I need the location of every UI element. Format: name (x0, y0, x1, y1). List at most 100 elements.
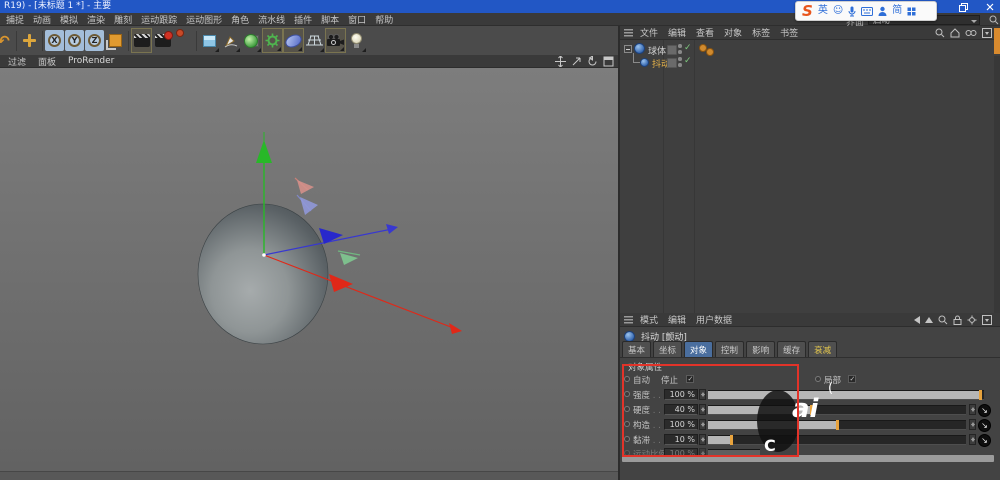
lock-x-axis-button[interactable]: X (45, 30, 64, 51)
search-icon[interactable] (938, 315, 948, 325)
add-primitive-button[interactable] (199, 28, 220, 53)
jiggle-object-icon[interactable] (640, 58, 649, 67)
menu-item[interactable]: 脚本 (321, 13, 339, 26)
search-icon[interactable] (989, 15, 999, 25)
panel-menu-icon[interactable] (624, 29, 633, 37)
maximize-view-icon[interactable] (603, 56, 614, 67)
menu-item[interactable]: 角色 (231, 13, 249, 26)
tab-object[interactable]: 对象 (684, 341, 713, 357)
om-menu-item[interactable]: 查看 (696, 26, 714, 39)
tab-influence[interactable]: 影响 (746, 341, 775, 357)
object-tree[interactable]: 球体 抖动 (620, 40, 994, 313)
om-menu-item[interactable]: 编辑 (668, 26, 686, 39)
enabled-check-icon[interactable] (684, 56, 692, 66)
render-queue-button[interactable] (173, 28, 194, 53)
window-restore-button[interactable] (955, 2, 971, 12)
panel-options-icon[interactable] (982, 315, 992, 325)
add-subdivision-surface-button[interactable] (241, 28, 262, 53)
add-deformer-button[interactable] (283, 28, 304, 53)
keyboard-icon[interactable] (861, 7, 873, 16)
render-view-button[interactable] (131, 28, 152, 53)
add-camera-button[interactable] (325, 28, 346, 53)
home-icon[interactable] (950, 28, 960, 38)
am-menu-item[interactable]: 编辑 (668, 313, 686, 326)
panel-options-icon[interactable] (982, 28, 992, 38)
enabled-check-icon[interactable] (684, 43, 692, 53)
render-settings-button[interactable] (152, 28, 173, 53)
rotate-icon[interactable] (587, 56, 598, 67)
menu-item[interactable]: 帮助 (375, 13, 393, 26)
menu-item[interactable]: 流水线 (258, 13, 285, 26)
om-menu-item[interactable]: 对象 (724, 26, 742, 39)
tab-coordinates[interactable]: 坐标 (653, 341, 682, 357)
value-spinner[interactable] (969, 404, 976, 415)
ime-grid-icon[interactable] (907, 7, 916, 16)
viewport-menu-item[interactable]: 面板 (38, 55, 56, 68)
object-row[interactable]: 球体 (620, 42, 994, 55)
pan-icon[interactable] (555, 56, 566, 67)
visibility-dots[interactable] (678, 57, 682, 67)
menu-item[interactable]: 捕捉 (6, 13, 24, 26)
value-spinner[interactable] (969, 419, 976, 430)
lock-z-axis-button[interactable]: Z (85, 30, 104, 51)
add-spline-button[interactable] (220, 28, 241, 53)
om-menu-item[interactable]: 文件 (640, 26, 658, 39)
menu-item[interactable]: 动画 (33, 13, 51, 26)
am-menu-item[interactable]: 模式 (640, 313, 658, 326)
docked-tab[interactable] (994, 28, 1000, 54)
microphone-icon[interactable] (848, 6, 856, 17)
value-spinner[interactable] (969, 434, 976, 445)
add-generator-button[interactable] (262, 28, 283, 53)
panel-menu-icon[interactable] (624, 316, 633, 324)
menu-item[interactable]: 窗口 (348, 13, 366, 26)
menu-item[interactable]: 运动图形 (186, 13, 222, 26)
search-icon[interactable] (935, 28, 945, 38)
ime-toolbar[interactable]: S 英 ☺ 简 (795, 1, 937, 21)
viewport-menu-item[interactable]: ProRender (68, 56, 114, 66)
menu-item[interactable]: 插件 (294, 13, 312, 26)
sogou-logo[interactable]: S (802, 4, 813, 18)
layer-swatch[interactable] (667, 58, 677, 68)
layer-swatch[interactable] (667, 45, 677, 55)
map-button[interactable] (978, 434, 991, 447)
map-button[interactable] (978, 419, 991, 432)
tab-cache[interactable]: 缓存 (777, 341, 806, 357)
coordinate-system-button[interactable] (105, 28, 126, 53)
am-menu-item[interactable]: 用户数据 (696, 313, 732, 326)
add-environment-button[interactable] (304, 28, 325, 53)
expand-toggle-icon[interactable] (624, 45, 632, 53)
add-light-button[interactable] (346, 28, 367, 53)
viewport[interactable] (0, 68, 620, 471)
ime-mode-toggle[interactable]: 英 (818, 6, 828, 16)
local-checkbox[interactable] (848, 375, 856, 383)
viewport-menu-item[interactable]: 过滤 (8, 55, 26, 68)
link-icon[interactable] (965, 29, 977, 37)
map-button[interactable] (978, 404, 991, 417)
object-row[interactable]: 抖动 (620, 55, 994, 68)
move-tool-button[interactable] (19, 28, 40, 53)
menu-item[interactable]: 模拟 (60, 13, 78, 26)
om-menu-item[interactable]: 书签 (780, 26, 798, 39)
lock-y-axis-button[interactable]: Y (65, 30, 84, 51)
tab-basic[interactable]: 基本 (622, 341, 651, 357)
keyframe-dot[interactable] (815, 376, 821, 382)
om-menu-item[interactable]: 标签 (752, 26, 770, 39)
window-close-button[interactable] (982, 2, 998, 12)
undo-button[interactable]: ↶ (0, 28, 14, 53)
emoji-icon[interactable]: ☺ (833, 6, 843, 16)
visibility-dots[interactable] (678, 44, 682, 54)
slider-handle[interactable] (979, 390, 982, 400)
history-back-icon[interactable] (914, 316, 920, 324)
user-icon[interactable] (878, 6, 887, 16)
go-up-icon[interactable] (925, 317, 933, 323)
menu-item[interactable]: 雕刻 (114, 13, 132, 26)
menu-item[interactable]: 运动跟踪 (141, 13, 177, 26)
slider-handle[interactable] (836, 420, 839, 430)
gear-icon[interactable] (967, 315, 977, 325)
tab-control[interactable]: 控制 (715, 341, 744, 357)
vertical-scrollbar[interactable] (994, 56, 1000, 313)
ime-lang-toggle[interactable]: 简 (892, 6, 902, 16)
menu-item[interactable]: 渲染 (87, 13, 105, 26)
zoom-icon[interactable] (571, 56, 582, 67)
tab-falloff[interactable]: 衰减 (808, 341, 837, 357)
